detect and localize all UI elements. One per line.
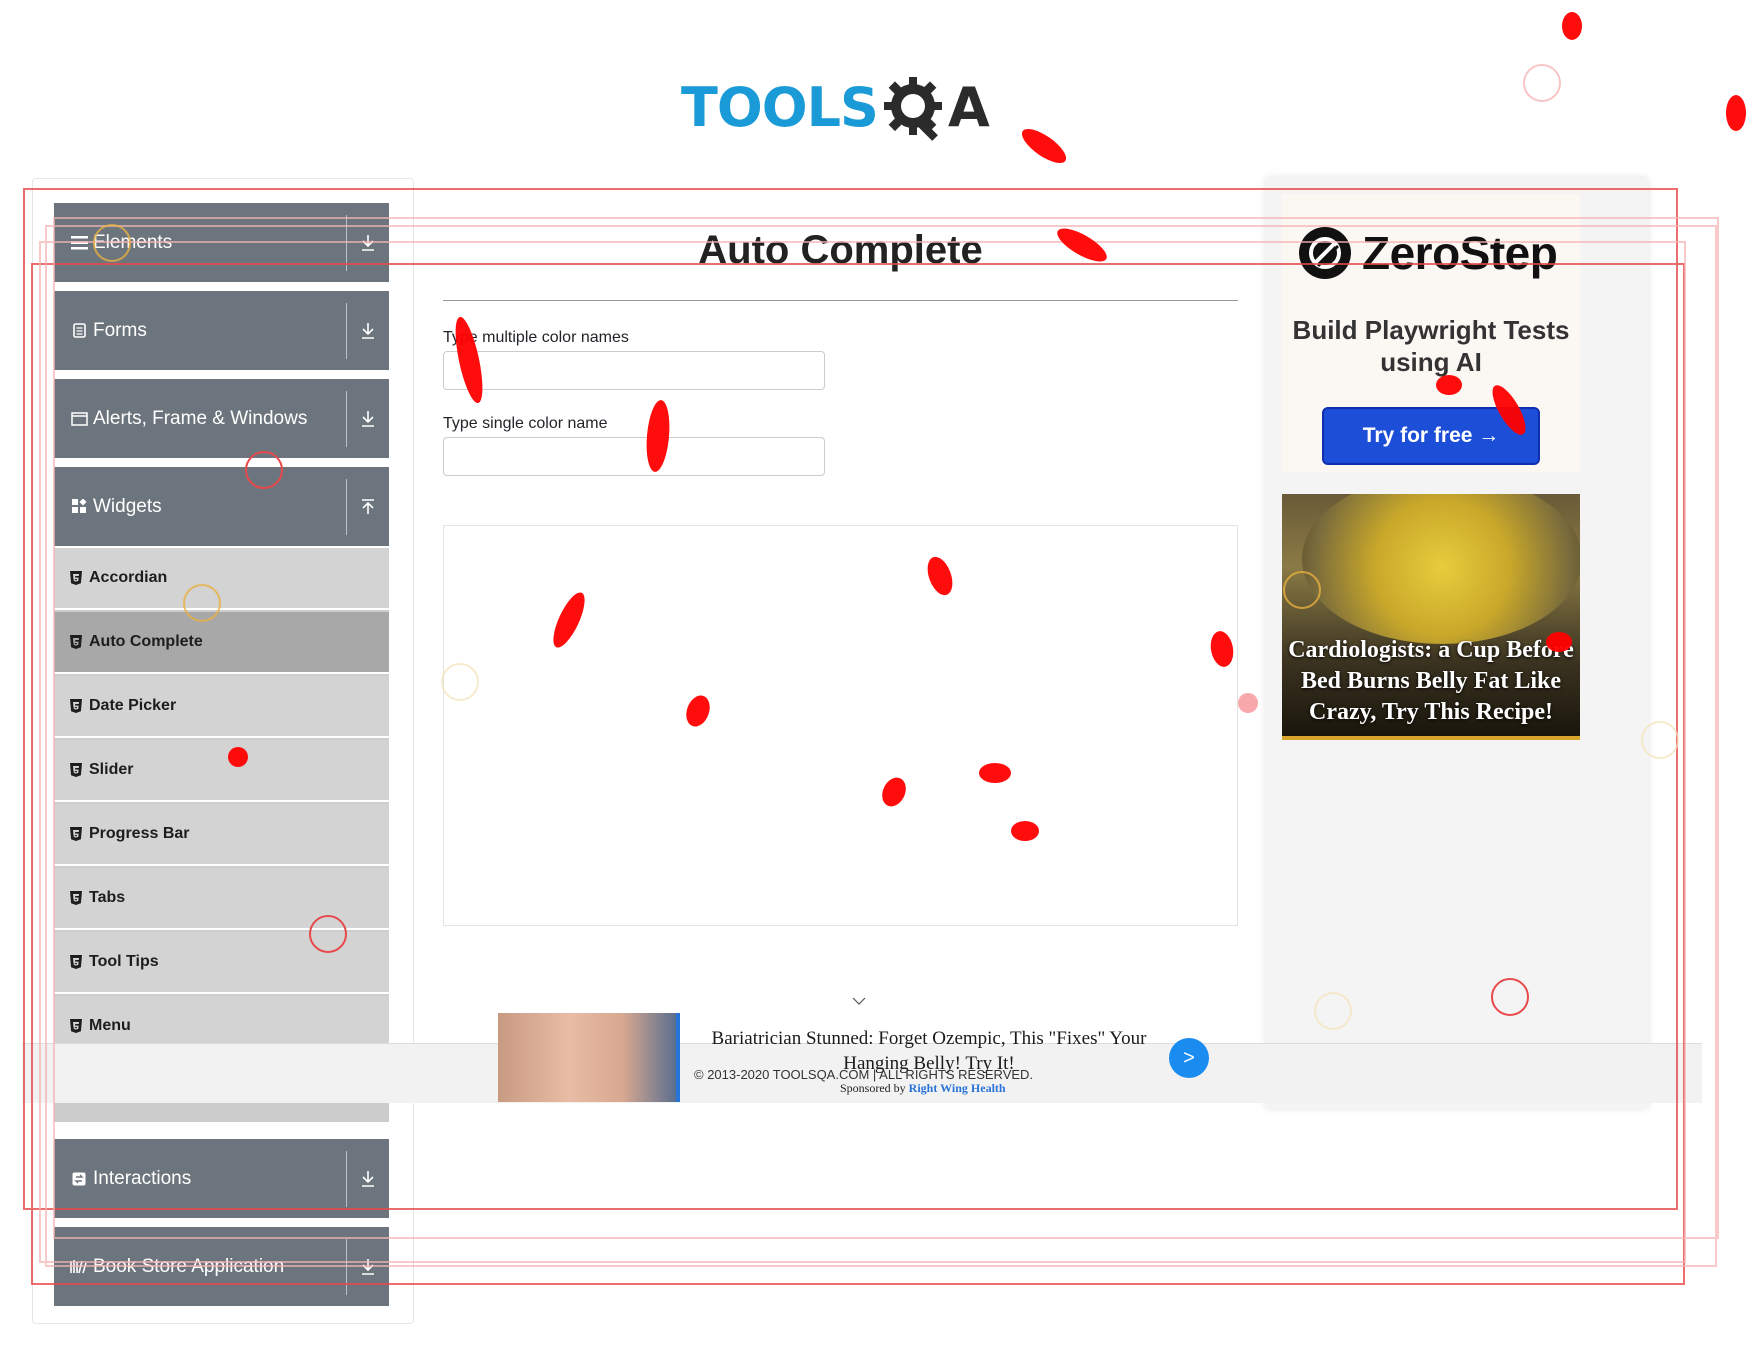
sidebar-group-label: Forms: [93, 319, 147, 341]
sponsor-link[interactable]: Right Wing Health: [909, 1081, 1006, 1095]
html5-icon: [70, 571, 82, 585]
sidebar-group-label: Alerts, Frame & Windows: [93, 407, 308, 429]
red-mark: [1238, 693, 1258, 713]
sidebar-item-date-picker[interactable]: Date Picker: [54, 676, 389, 738]
chevron-down-icon[interactable]: [347, 410, 389, 428]
hamburger-icon: [70, 234, 88, 252]
sidebar-group-label: Book Store Application: [93, 1255, 285, 1277]
html5-icon: [70, 763, 82, 777]
sidebar-group-alerts[interactable]: Alerts, Frame & Windows: [54, 379, 389, 458]
chevron-down-icon[interactable]: [347, 322, 389, 340]
sponsored-by: Sponsored by Right Wing Health: [840, 1081, 1006, 1096]
zerostep-ad[interactable]: ZeroStep Build Playwright Tests using AI…: [1282, 194, 1580, 472]
sidebar-item-auto-complete[interactable]: Auto Complete: [54, 612, 389, 674]
sidebar-item-label: Accordian: [89, 569, 168, 586]
window-icon: [70, 410, 88, 428]
chevron-down-icon[interactable]: [347, 1258, 389, 1276]
potatoes-image: [1302, 494, 1580, 644]
ad-go-button[interactable]: >: [1169, 1038, 1209, 1078]
interactions-icon: [70, 1170, 88, 1188]
chevron-down-icon[interactable]: [347, 1170, 389, 1188]
footer-copyright: © 2013-2020 TOOLSQA.COM | ALL RIGHTS RES…: [694, 1067, 1034, 1082]
zerostep-logo: ZeroStep: [1298, 226, 1558, 280]
chevron-down-icon[interactable]: [347, 234, 389, 252]
sidebar-item-label: Tool Tips: [89, 953, 159, 970]
ad-placeholder: [443, 525, 1238, 926]
zerostep-tagline: Build Playwright Tests using AI: [1292, 315, 1570, 377]
multi-color-input[interactable]: [443, 351, 825, 390]
sidebar-item-label: Menu: [89, 1017, 131, 1034]
single-color-input[interactable]: [443, 437, 825, 476]
logo-tools-text: TOOLS: [681, 76, 879, 139]
right-ad-panel: ZeroStep Build Playwright Tests using AI…: [1266, 178, 1648, 1108]
sidebar-item-tabs[interactable]: Tabs: [54, 868, 389, 930]
sidebar-item-accordian[interactable]: Accordian: [54, 548, 389, 610]
red-mark: [1562, 12, 1582, 40]
sidebar-item-label: Tabs: [89, 889, 126, 906]
chevron-down-icon[interactable]: [852, 996, 866, 1006]
annotation-circle: [1523, 64, 1561, 102]
sidebar-group-label: Widgets: [93, 495, 162, 517]
sidebar-group-interactions[interactable]: Interactions: [54, 1139, 389, 1218]
sidebar-item-label: Progress Bar: [89, 825, 190, 842]
red-mark: [1021, 128, 1067, 164]
sponsored-prefix: Sponsored by: [840, 1081, 906, 1095]
sidebar-item-label: Date Picker: [89, 697, 177, 714]
books-icon: [70, 1258, 88, 1276]
try-for-free-button[interactable]: Try for free →: [1322, 407, 1540, 465]
red-mark: [1726, 95, 1746, 131]
sidebar-group-forms[interactable]: Forms: [54, 291, 389, 370]
sidebar-item-slider[interactable]: Slider: [54, 740, 389, 802]
sidebar-group-label: Interactions: [93, 1167, 192, 1189]
sidebar-item-label: Auto Complete: [89, 633, 203, 650]
sidebar-item-label: Slider: [89, 761, 134, 778]
sidebar-group-book-store[interactable]: Book Store Application: [54, 1227, 389, 1306]
html5-icon: [70, 635, 82, 649]
page-title: Auto Complete: [698, 228, 983, 272]
logo-a-text: A: [947, 76, 990, 139]
widgets-submenu: Accordian Auto Complete Date Picker Slid…: [54, 548, 389, 1122]
html5-icon: [70, 1019, 82, 1033]
sidebar-item-tool-tips[interactable]: Tool Tips: [54, 932, 389, 994]
html5-icon: [70, 699, 82, 713]
gear-magnifier-icon: [883, 76, 942, 141]
html5-icon: [70, 891, 82, 905]
zerostep-brand: ZeroStep: [1362, 227, 1558, 279]
form-icon: [70, 322, 88, 340]
html5-icon: [70, 955, 82, 969]
toolsqa-logo[interactable]: TOOLS A: [681, 70, 1011, 145]
title-divider: [443, 300, 1238, 301]
widgets-icon: [70, 498, 88, 516]
zerostep-icon: [1299, 227, 1351, 279]
single-color-label: Type single color name: [443, 415, 608, 432]
sidebar-group-elements[interactable]: Elements: [54, 203, 389, 282]
html5-icon: [70, 827, 82, 841]
page: TOOLS A Elements Forms Alerts, Frame & W…: [0, 0, 1746, 1370]
cardio-story-headline: Cardiologists: a Cup Before Bed Burns Be…: [1288, 637, 1574, 725]
sidebar-item-progress-bar[interactable]: Progress Bar: [54, 804, 389, 866]
sidebar-group-label: Elements: [93, 231, 173, 253]
sidebar-group-widgets[interactable]: Widgets: [54, 467, 389, 546]
belly-ad-image[interactable]: [498, 1013, 680, 1102]
multi-color-label: Type multiple color names: [443, 329, 629, 346]
cardio-story-ad[interactable]: Cardiologists: a Cup Before Bed Burns Be…: [1282, 494, 1580, 740]
chevron-up-icon[interactable]: [347, 498, 389, 516]
